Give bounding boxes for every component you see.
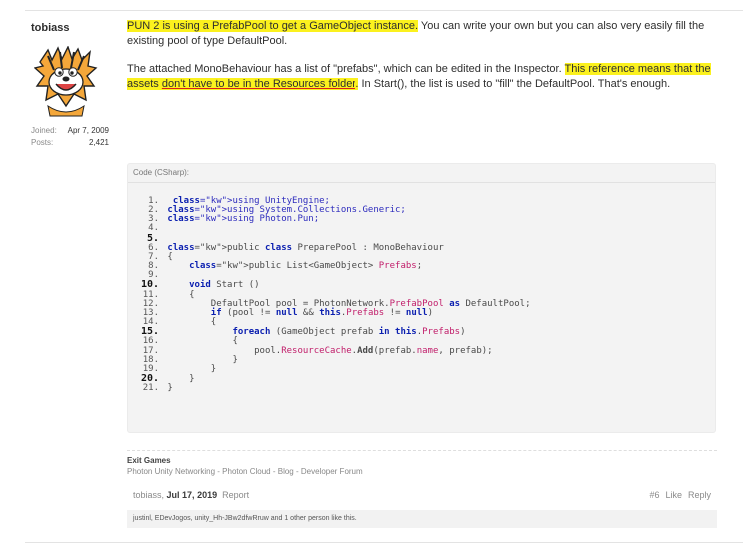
username-link[interactable]: tobiass <box>31 22 116 34</box>
post-date[interactable]: Jul 17, 2019 <box>167 490 218 500</box>
code-line-21: } <box>167 383 173 394</box>
likes-bar[interactable]: justinl, EDevJogos, unity_Hh-JBw2dfwRruw… <box>127 510 717 528</box>
reply-button[interactable]: Reply <box>688 490 711 500</box>
code-line-8: class="kw">public List<GameObject> Prefa… <box>189 261 423 272</box>
code-block-header: Code (CSharp): <box>128 164 715 183</box>
post-footer: tobiass, Jul 17, 2019 Report #6 Like Rep… <box>133 490 711 500</box>
highlighted-underlined-text: don't have to be in the Resources folder <box>161 78 356 90</box>
report-link[interactable]: Report <box>222 490 249 500</box>
post-paragraph-2: The attached MonoBehaviour has a list of… <box>127 62 717 92</box>
top-divider <box>25 10 743 11</box>
paragraph-text: The attached MonoBehaviour has a list of… <box>127 63 565 75</box>
joined-label: Joined: <box>31 126 57 135</box>
code-line-19: } <box>167 363 217 374</box>
post-paragraph-1: PUN 2 is using a PrefabPool to get a Gam… <box>127 19 717 49</box>
signature-title: Exit Games <box>127 456 171 465</box>
avatar[interactable] <box>33 45 98 118</box>
signature-links[interactable]: Photon Unity Networking - Photon Cloud -… <box>127 466 717 477</box>
posts-count[interactable]: 2,421 <box>89 137 109 149</box>
joined-date: Apr 7, 2009 <box>67 126 109 135</box>
post-actions: #6 Like Reply <box>649 490 711 500</box>
signature: Exit Games Photon Unity Networking - Pho… <box>127 450 717 477</box>
post-body: PUN 2 is using a PrefabPool to get a Gam… <box>127 19 717 92</box>
code-line-3: class="kw">using Photon.Pun; <box>167 214 320 225</box>
bottom-divider <box>25 542 743 543</box>
code-line-14: { <box>167 317 217 328</box>
code-line-6: class="kw">public class PreparePool : Mo… <box>167 242 444 253</box>
post-number-link[interactable]: #6 <box>649 490 659 500</box>
paragraph-text: In Start(), the list is used to "fill" t… <box>358 78 671 90</box>
tiger-avatar-image <box>33 45 98 117</box>
code-block: Code (CSharp): 1. class="kw">using Unity… <box>127 163 716 433</box>
user-info-panel: tobiass Joined: Apr 7, 2009 Posts: 2,421 <box>31 22 116 149</box>
highlighted-text: PUN 2 is using a PrefabPool to get a Gam… <box>127 20 419 32</box>
like-button[interactable]: Like <box>665 490 682 500</box>
user-stats: Joined: Apr 7, 2009 Posts: 2,421 <box>31 125 116 149</box>
code-content[interactable]: 1. class="kw">using UnityEngine; 2. clas… <box>141 196 531 394</box>
posts-label: Posts: <box>31 138 54 147</box>
post-author-link[interactable]: tobiass <box>133 490 162 500</box>
